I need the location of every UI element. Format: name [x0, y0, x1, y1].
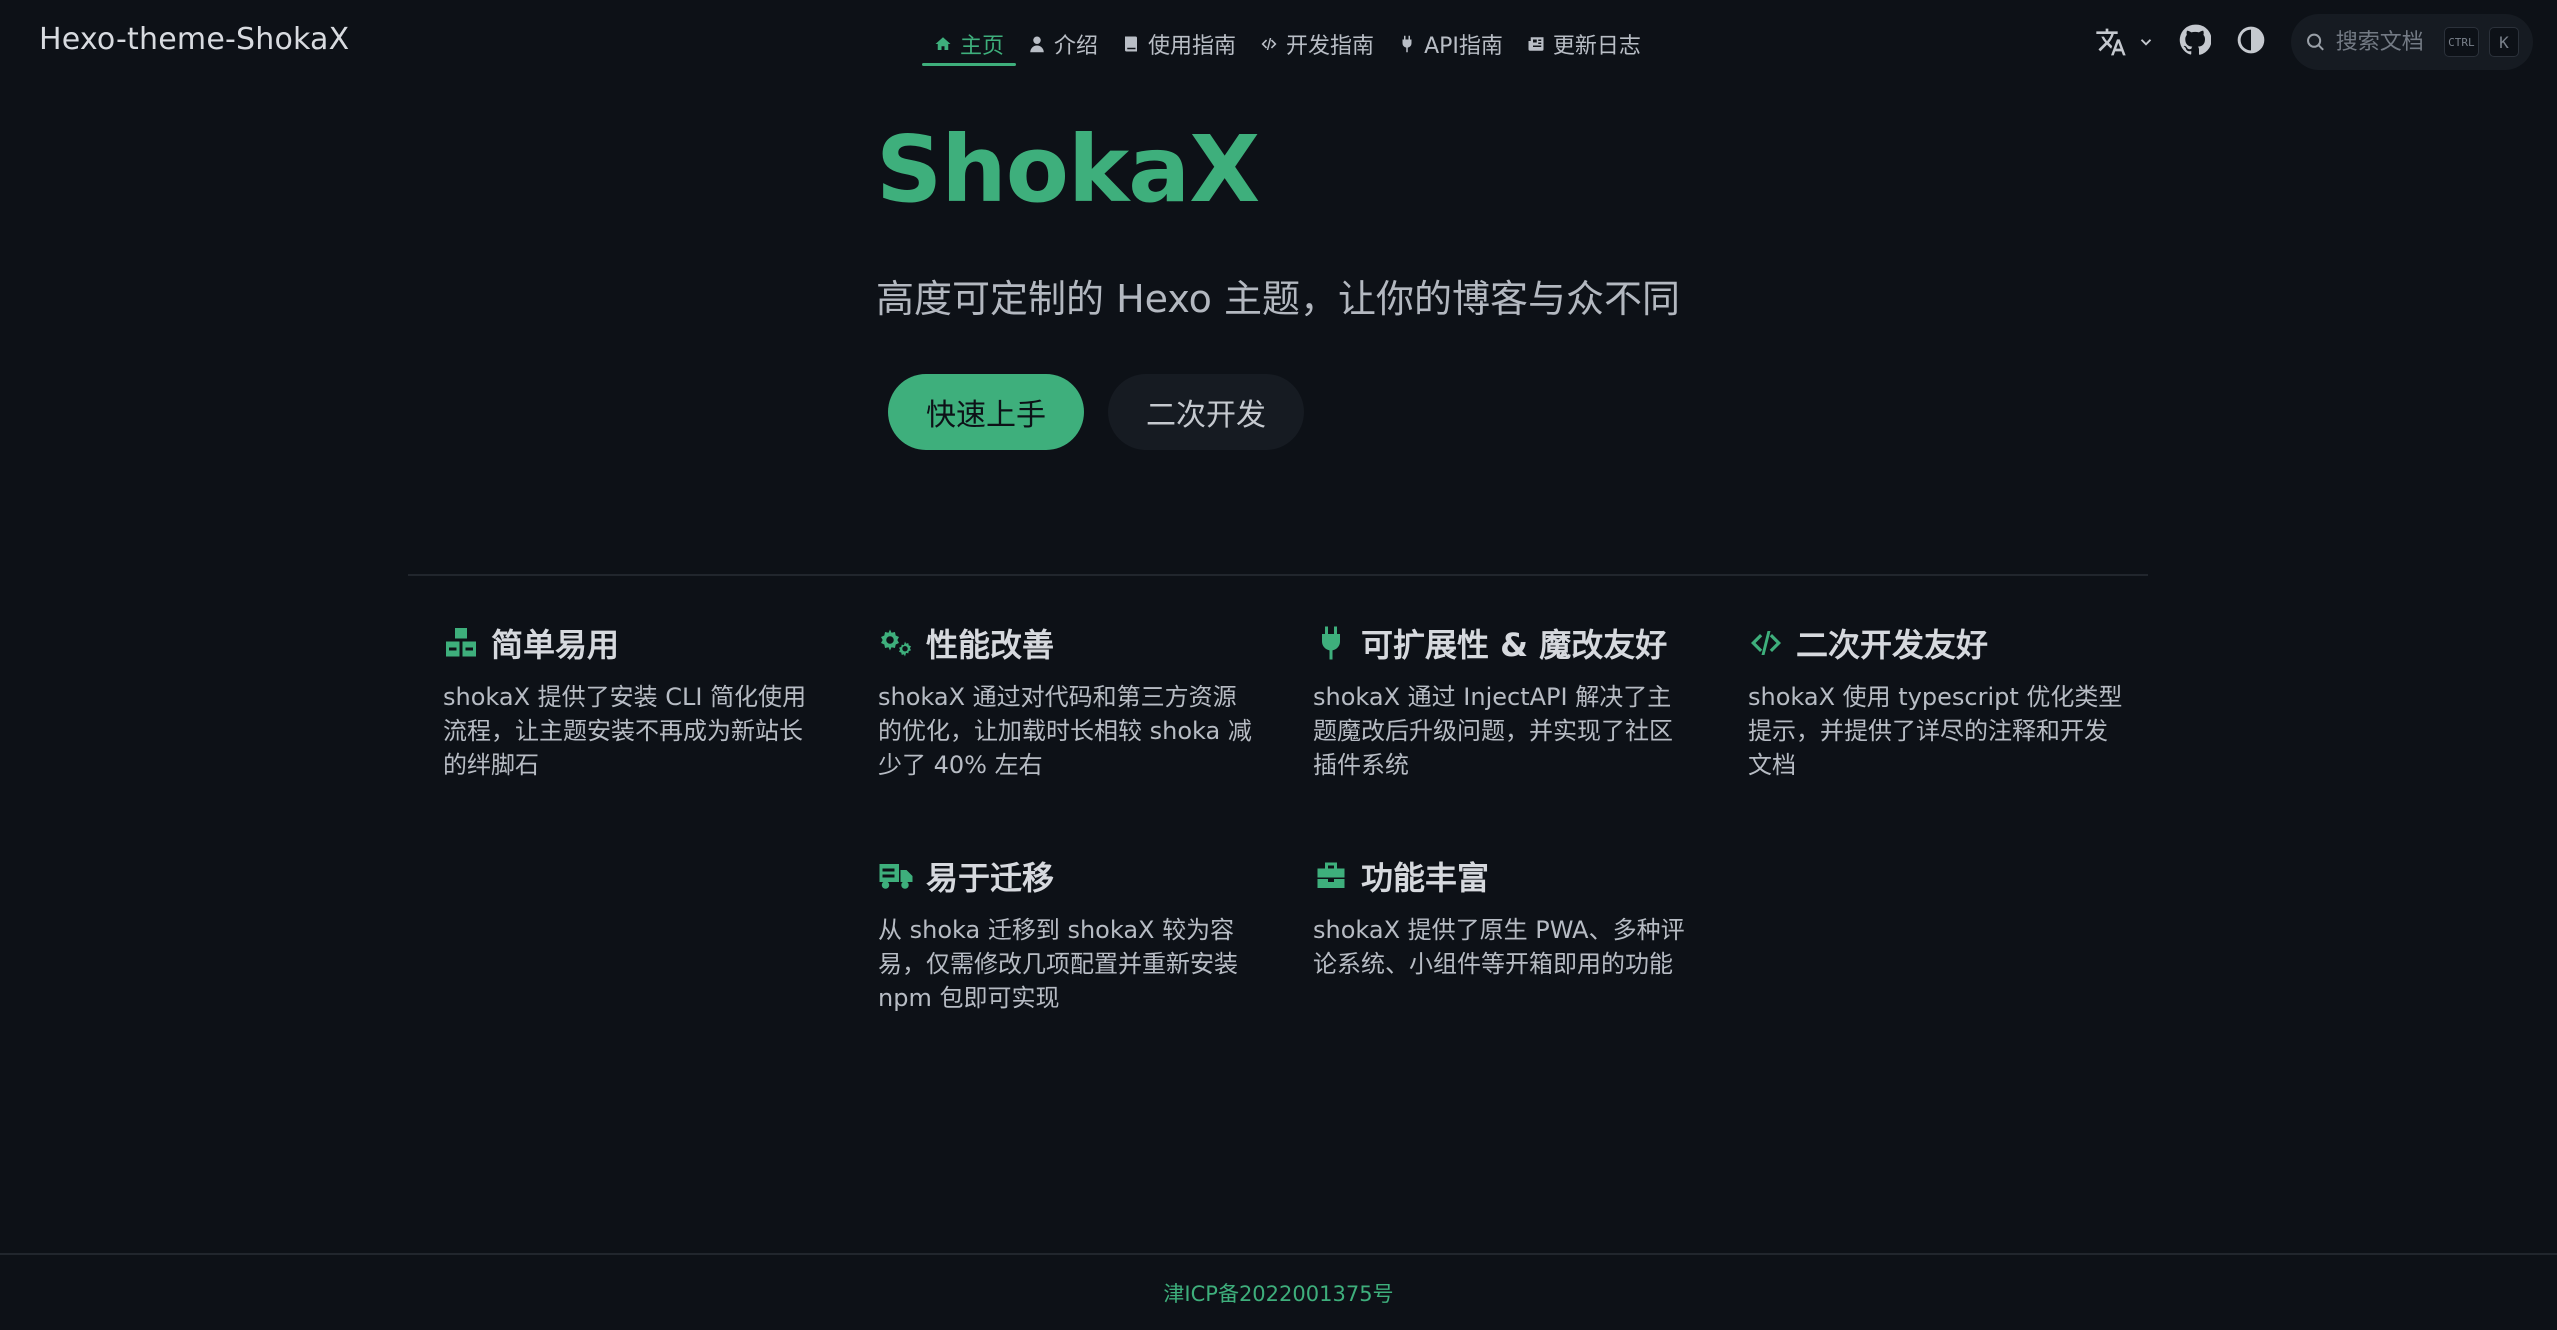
k-key-hint: K: [2489, 27, 2519, 57]
newspaper-icon: [1528, 37, 1544, 51]
secondary-dev-button[interactable]: 二次开发: [1108, 374, 1304, 450]
site-title[interactable]: Hexo-theme-ShokaX: [39, 22, 349, 57]
feature-title-text: 二次开发友好: [1796, 626, 1989, 664]
nav-link-guide[interactable]: 使用指南: [1110, 24, 1248, 64]
feature-title: 性能改善: [878, 620, 1258, 666]
feature-desc: shokaX 提供了原生 PWA、多种评论系统、小组件等开箱即用的功能: [1313, 916, 1685, 978]
cubes-icon: [446, 628, 476, 657]
chevron-down-icon: [2140, 39, 2152, 46]
feature-title-text: 易于迁移: [926, 859, 1055, 897]
nav-link-home[interactable]: 主页: [922, 24, 1017, 66]
code-icon: [1261, 38, 1277, 50]
feature-title: 可扩展性 & 魔改友好: [1313, 620, 1693, 666]
section-divider: [408, 574, 2148, 576]
hero-tagline: 高度可定制的 Hexo 主题，让你的博客与众不同: [876, 277, 1681, 321]
feature-card: 功能丰富 shokaX 提供了原生 PWA、多种评论系统、小组件等开箱即用的功能: [1313, 853, 1693, 981]
plug-icon: [1322, 626, 1340, 660]
feature-card: 可扩展性 & 魔改友好 shokaX 通过 InjectAPI 解决了主题魔改后…: [1313, 620, 1693, 782]
feature-title-text: 简单易用: [491, 626, 620, 664]
feature-title-text: 可扩展性 & 魔改友好: [1361, 626, 1668, 664]
hero-title: ShokaX: [876, 116, 1260, 223]
user-icon: [1030, 36, 1044, 53]
feature-card: 二次开发友好 shokaX 使用 typescript 优化类型提示，并提供了详…: [1748, 620, 2128, 782]
nav-link-dev-guide[interactable]: 开发指南: [1248, 24, 1386, 64]
search-input[interactable]: [2335, 29, 2434, 55]
code-icon: [1751, 631, 1781, 655]
navbar: Hexo-theme-ShokaX 主页 介绍 使用指南 开发指南 API指南 …: [0, 0, 2557, 84]
ctrl-key-hint: CTRL: [2443, 27, 2479, 57]
feature-title: 二次开发友好: [1748, 620, 2128, 666]
nav-link-changelog[interactable]: 更新日志: [1515, 24, 1653, 64]
nav-link-label: 使用指南: [1148, 34, 1237, 59]
nav-link-api-guide[interactable]: API指南: [1386, 24, 1515, 64]
footer: 津ICP备2022001375号: [0, 1253, 2557, 1330]
truck-icon: [879, 864, 913, 889]
hero-actions: 快速上手 二次开发: [888, 374, 1304, 450]
feature-card: 易于迁移 从 shoka 迁移到 shokaX 较为容易，仅需修改几项配置并重新…: [878, 853, 1258, 1015]
toolbox-icon: [1317, 862, 1345, 888]
nav-link-label: API指南: [1424, 34, 1503, 59]
main-nav: 主页 介绍 使用指南 开发指南 API指南 更新日志: [922, 24, 1653, 66]
icp-link[interactable]: 津ICP备2022001375号: [1163, 1278, 1393, 1308]
theme-toggle-icon: [2237, 26, 2265, 54]
gears-icon: [881, 629, 911, 657]
feature-card: 简单易用 shokaX 提供了安装 CLI 简化使用流程，让主题安装不再成为新站…: [443, 620, 823, 782]
nav-actions: CTRL K: [2095, 14, 2533, 70]
feature-title: 功能丰富: [1313, 853, 1693, 899]
feature-title-text: 性能改善: [926, 626, 1055, 664]
quick-start-button[interactable]: 快速上手: [888, 374, 1084, 450]
nav-link-label: 更新日志: [1552, 34, 1641, 59]
feature-title: 易于迁移: [878, 853, 1258, 899]
translate-icon: [2096, 28, 2126, 56]
book-icon: [1125, 36, 1138, 52]
plug-icon: [1402, 35, 1412, 53]
theme-toggle[interactable]: [2235, 24, 2267, 60]
nav-link-label: 主页: [960, 34, 1005, 59]
nav-link-label: 开发指南: [1286, 34, 1375, 59]
feature-desc: shokaX 通过对代码和第三方资源的优化，让加载时长相较 shoka 减少了 …: [878, 683, 1252, 779]
nav-link-intro[interactable]: 介绍: [1016, 24, 1110, 64]
feature-title: 简单易用: [443, 620, 823, 666]
search-box[interactable]: CTRL K: [2291, 14, 2533, 70]
feature-desc: shokaX 提供了安装 CLI 简化使用流程，让主题安装不再成为新站长的绊脚石: [443, 683, 807, 779]
language-switcher[interactable]: [2095, 26, 2155, 58]
feature-desc: 从 shoka 迁移到 shokaX 较为容易，仅需修改几项配置并重新安装 np…: [878, 916, 1238, 1012]
home-icon: [935, 37, 951, 50]
feature-title-text: 功能丰富: [1361, 859, 1490, 897]
feature-desc: shokaX 使用 typescript 优化类型提示，并提供了详尽的注释和开发…: [1748, 683, 2123, 779]
github-link[interactable]: [2179, 24, 2212, 60]
nav-link-label: 介绍: [1054, 34, 1099, 59]
github-icon: [2179, 24, 2212, 55]
feature-card: 性能改善 shokaX 通过对代码和第三方资源的优化，让加载时长相较 shoka…: [878, 620, 1258, 782]
search-icon: [2307, 33, 2324, 51]
feature-desc: shokaX 通过 InjectAPI 解决了主题魔改后升级问题，并实现了社区插…: [1313, 683, 1673, 779]
